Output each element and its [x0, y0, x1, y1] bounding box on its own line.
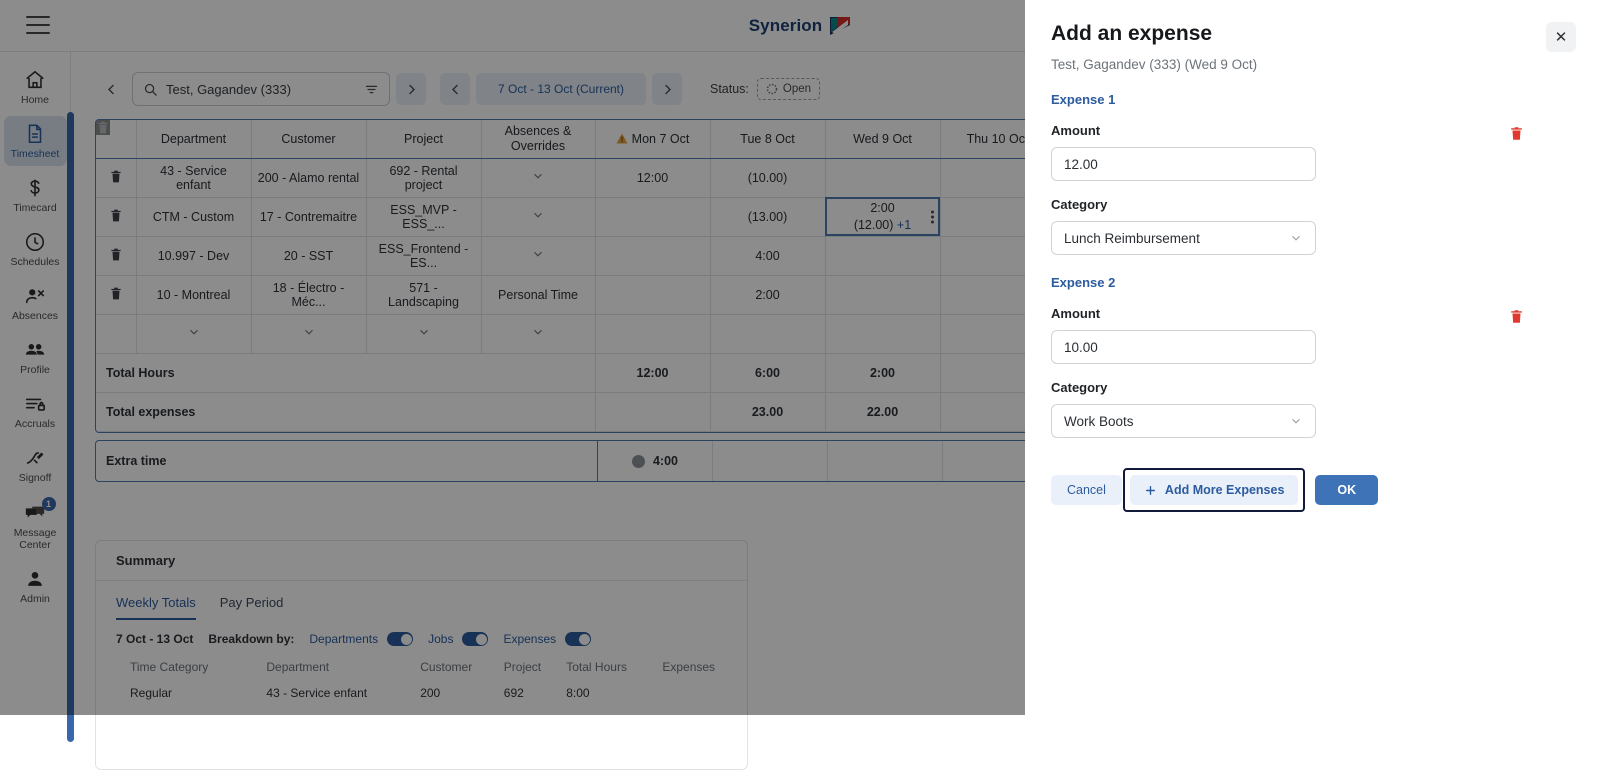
chevron-down-icon	[1289, 231, 1303, 245]
expense-1-heading: Expense 1	[1051, 92, 1568, 107]
close-button[interactable]: ✕	[1546, 22, 1576, 52]
add-more-expenses-label: Add More Expenses	[1165, 483, 1284, 497]
plus-icon	[1144, 484, 1157, 497]
expense-2-heading: Expense 2	[1051, 275, 1568, 290]
dialog-actions: Cancel Add More Expenses OK	[1051, 468, 1568, 512]
expense-1-amount-input[interactable]: 12.00	[1051, 147, 1316, 181]
expense-group-1: Expense 1 Amount 12.00 Category Lunch Re…	[1051, 92, 1568, 255]
expense-1-category-value: Lunch Reimbursement	[1064, 231, 1200, 246]
expense-2-category-label: Category	[1051, 380, 1568, 395]
expense-group-2: Expense 2 Amount 10.00 Category Work Boo…	[1051, 275, 1568, 438]
expense-2-amount-input[interactable]: 10.00	[1051, 330, 1316, 364]
add-more-expenses-focus-ring: Add More Expenses	[1123, 468, 1305, 512]
expense-1-amount-value: 12.00	[1064, 157, 1098, 172]
expense-1-category-label: Category	[1051, 197, 1568, 212]
expense-1-category-select[interactable]: Lunch Reimbursement	[1051, 221, 1316, 255]
add-more-expenses-button[interactable]: Add More Expenses	[1130, 475, 1298, 505]
expense-1-delete-icon[interactable]	[1509, 125, 1524, 142]
close-icon: ✕	[1555, 28, 1568, 46]
dialog-subtitle: Test, Gagandev (333) (Wed 9 Oct)	[1051, 57, 1568, 72]
chevron-down-icon	[1289, 414, 1303, 428]
expense-2-amount-label: Amount	[1051, 306, 1568, 321]
expense-2-delete-icon[interactable]	[1509, 308, 1524, 325]
expense-2-amount-value: 10.00	[1064, 340, 1098, 355]
cancel-button[interactable]: Cancel	[1051, 475, 1122, 505]
ok-button[interactable]: OK	[1315, 475, 1378, 505]
expense-1-amount-label: Amount	[1051, 123, 1568, 138]
add-expense-dialog: ✕ Add an expense Test, Gagandev (333) (W…	[1025, 0, 1600, 715]
expense-2-category-select[interactable]: Work Boots	[1051, 404, 1316, 438]
dialog-title: Add an expense	[1051, 22, 1568, 46]
expense-2-category-value: Work Boots	[1064, 414, 1134, 429]
